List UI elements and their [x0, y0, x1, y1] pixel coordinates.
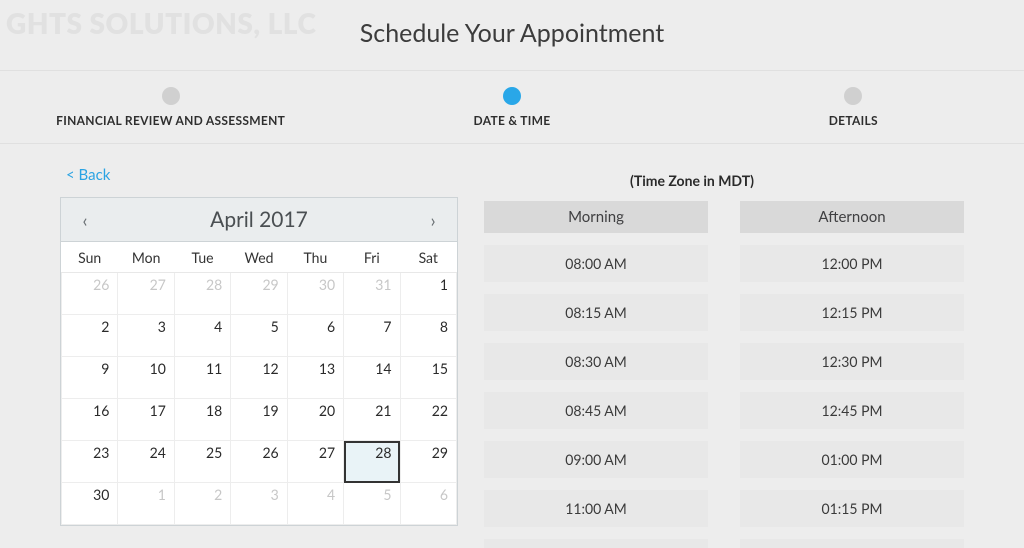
time-slot[interactable]: 09:00 AM	[484, 441, 708, 478]
calendar-day[interactable]: 5	[231, 315, 287, 357]
calendar-day: 26	[62, 273, 118, 315]
step-dot-icon	[844, 87, 862, 105]
calendar: ‹ April 2017 › SunMonTueWedThuFriSat 262…	[60, 197, 458, 526]
time-slot[interactable]: 12:15 PM	[740, 294, 964, 331]
calendar-day[interactable]: 20	[287, 399, 343, 441]
calendar-day[interactable]: 13	[287, 357, 343, 399]
time-slot[interactable]: 08:30 AM	[484, 343, 708, 380]
calendar-dow: Sat	[400, 242, 456, 273]
time-slots: Morning 08:00 AM 08:15 AM 08:30 AM 08:45 AM 0…	[484, 201, 964, 548]
calendar-dow: Sun	[62, 242, 118, 273]
calendar-day[interactable]: 30	[62, 483, 118, 525]
calendar-dow: Fri	[344, 242, 400, 273]
time-slot[interactable]: 08:15 AM	[484, 294, 708, 331]
calendar-day: 3	[231, 483, 287, 525]
back-link[interactable]: < Back	[66, 166, 110, 184]
calendar-dow: Wed	[231, 242, 287, 273]
calendar-header: ‹ April 2017 ›	[61, 198, 457, 242]
calendar-day: 1	[118, 483, 174, 525]
time-slot[interactable]: 11:15 AM	[484, 539, 708, 548]
step-dot-icon	[503, 87, 521, 105]
step-label: FINANCIAL REVIEW AND ASSESSMENT	[56, 113, 285, 128]
calendar-title: April 2017	[210, 207, 308, 232]
calendar-day[interactable]: 7	[344, 315, 400, 357]
timezone-label: (Time Zone in MDT)	[420, 172, 964, 189]
calendar-day[interactable]: 22	[400, 399, 456, 441]
calendar-grid: SunMonTueWedThuFriSat 262728293031123456…	[61, 242, 457, 525]
calendar-day[interactable]: 29	[400, 441, 456, 483]
step-financial-review[interactable]: FINANCIAL REVIEW AND ASSESSMENT	[0, 71, 341, 143]
calendar-day[interactable]: 3	[118, 315, 174, 357]
time-slot[interactable]: 12:00 PM	[740, 245, 964, 282]
calendar-day[interactable]: 15	[400, 357, 456, 399]
calendar-day: 28	[174, 273, 230, 315]
time-slot[interactable]: 01:30 PM	[740, 539, 964, 548]
time-slot[interactable]: 12:30 PM	[740, 343, 964, 380]
calendar-day[interactable]: 9	[62, 357, 118, 399]
calendar-day[interactable]: 18	[174, 399, 230, 441]
brand-logo: GHTS SOLUTIONS, LLC	[6, 6, 316, 40]
calendar-day: 27	[118, 273, 174, 315]
slot-column-header: Afternoon	[740, 201, 964, 233]
calendar-day[interactable]: 2	[62, 315, 118, 357]
calendar-prev-icon[interactable]: ‹	[73, 209, 97, 231]
time-slot[interactable]: 11:00 AM	[484, 490, 708, 527]
time-slot[interactable]: 01:00 PM	[740, 441, 964, 478]
time-slot[interactable]: 08:45 AM	[484, 392, 708, 429]
calendar-day[interactable]: 6	[287, 315, 343, 357]
calendar-day[interactable]: 8	[400, 315, 456, 357]
calendar-day: 4	[287, 483, 343, 525]
slot-column: Afternoon 12:00 PM 12:15 PM 12:30 PM 12:45 P…	[740, 201, 964, 548]
step-label: DETAILS	[829, 113, 878, 128]
slot-column-header: Morning	[484, 201, 708, 233]
calendar-day[interactable]: 24	[118, 441, 174, 483]
calendar-day[interactable]: 4	[174, 315, 230, 357]
slot-column: Morning 08:00 AM 08:15 AM 08:30 AM 08:45 AM 0…	[484, 201, 708, 548]
calendar-day[interactable]: 19	[231, 399, 287, 441]
step-label: DATE & TIME	[474, 113, 551, 128]
time-slot[interactable]: 12:45 PM	[740, 392, 964, 429]
calendar-day[interactable]: 1	[400, 273, 456, 315]
calendar-day[interactable]: 26	[231, 441, 287, 483]
wizard-steps: FINANCIAL REVIEW AND ASSESSMENT DATE & T…	[0, 70, 1024, 144]
calendar-day: 5	[344, 483, 400, 525]
calendar-dow: Tue	[174, 242, 230, 273]
time-slot[interactable]: 01:15 PM	[740, 490, 964, 527]
calendar-day[interactable]: 21	[344, 399, 400, 441]
calendar-day: 29	[231, 273, 287, 315]
calendar-dow: Thu	[287, 242, 343, 273]
calendar-day[interactable]: 16	[62, 399, 118, 441]
calendar-day[interactable]: 23	[62, 441, 118, 483]
calendar-day[interactable]: 28	[344, 441, 400, 483]
step-date-time[interactable]: DATE & TIME	[341, 71, 682, 143]
calendar-day[interactable]: 11	[174, 357, 230, 399]
time-slot[interactable]: 08:00 AM	[484, 245, 708, 282]
calendar-day[interactable]: 25	[174, 441, 230, 483]
calendar-next-icon[interactable]: ›	[421, 209, 445, 231]
calendar-day[interactable]: 17	[118, 399, 174, 441]
calendar-day[interactable]: 10	[118, 357, 174, 399]
calendar-day[interactable]: 14	[344, 357, 400, 399]
calendar-day[interactable]: 27	[287, 441, 343, 483]
calendar-day[interactable]: 12	[231, 357, 287, 399]
calendar-day: 2	[174, 483, 230, 525]
step-dot-icon	[162, 87, 180, 105]
calendar-day: 6	[400, 483, 456, 525]
calendar-day: 30	[287, 273, 343, 315]
calendar-dow: Mon	[118, 242, 174, 273]
calendar-day: 31	[344, 273, 400, 315]
step-details[interactable]: DETAILS	[683, 71, 1024, 143]
